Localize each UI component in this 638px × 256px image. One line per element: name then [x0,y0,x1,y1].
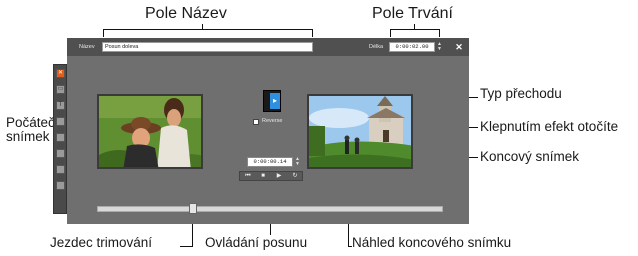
leader-trim-h [180,246,193,247]
transition-editor-panel: Název Posun doleva Délka 0:00:02.00 ▲ ▼ ✕… [53,38,469,224]
loop-icon[interactable]: ↻ [290,173,300,180]
skip-start-icon[interactable]: ⏮ [243,173,253,180]
leader-preview-h [348,246,352,247]
duration-field[interactable]: 0:00:02.00 [389,42,435,52]
arrow-icon: ▸ [270,93,280,109]
timecode-spinner[interactable]: ▲ ▼ [295,157,300,167]
transport-controls: ⏮ ■ ▶ ↻ [239,171,303,181]
callout-end-frame: Koncový snímek [480,149,580,164]
play-icon[interactable]: ▶ [274,173,284,180]
leader-name-right [312,29,313,37]
title-tool-icon[interactable]: ▭ [56,85,65,94]
name-field[interactable]: Posun doleva [102,42,313,52]
callout-end-frame-preview: Náhled koncového snímku [352,235,512,250]
timecode-field[interactable]: 0:00:00.14 [247,157,293,167]
leader-duration-bracket [390,29,440,30]
name-label: Název [79,44,95,50]
editor-top-bar: Název Posun doleva Délka 0:00:02.00 ▲ ▼ ✕ [67,38,469,56]
transition-type-icon[interactable]: ▸ [263,90,281,112]
close-icon[interactable]: ✕ [454,42,464,52]
callout-reverse-hint: Klepnutím efekt otočíte [480,119,619,134]
leader-duration-right [439,29,440,37]
leader-duration-left [390,29,391,37]
end-frame-image [307,94,413,169]
transition-tool-icon[interactable]: ✕ [56,69,65,78]
trim-slider-handle[interactable] [189,203,197,214]
leader-name-bracket [103,29,313,30]
duration-label: Délka [369,44,384,50]
tool-icon-6[interactable] [56,149,65,158]
callout-transition-type: Typ přechodu [480,86,562,101]
tool-strip: ✕ ▭ T [53,64,67,214]
start-frame-image [97,94,203,169]
tool-icon-5[interactable] [56,133,65,142]
reverse-checkbox[interactable] [253,119,259,125]
callout-name-field: Pole Název [145,5,227,22]
stop-icon[interactable]: ■ [258,173,268,180]
callout-duration-field: Pole Trvání [372,5,453,22]
callout-shuttle-control: Ovládání posunu [205,235,308,250]
duration-spinner[interactable]: ▲ ▼ [437,42,442,52]
tool-icon-7[interactable] [56,165,65,174]
tool-icon-4[interactable] [56,117,65,126]
tool-icon-8[interactable] [56,181,65,190]
reverse-label: Reverse [262,118,283,124]
trim-slider-track[interactable] [97,206,443,212]
leader-duration-stem [414,24,415,30]
text-tool-icon[interactable]: T [56,101,65,110]
leader-name-stem [202,24,203,30]
leader-name-left [103,29,104,37]
callout-trim-slider: Jezdec trimování [50,235,153,250]
